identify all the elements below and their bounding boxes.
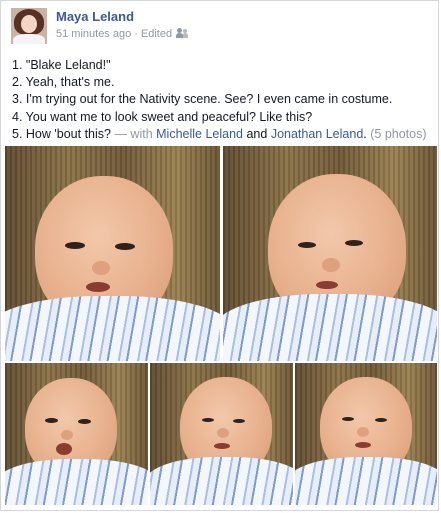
baby-eye-right xyxy=(233,419,245,423)
post-text: 1. "Blake Leland!" 2. Yeah, that's me. 3… xyxy=(12,57,432,143)
baby-eye-left xyxy=(45,418,58,423)
baby-nose xyxy=(217,428,229,438)
baby-eye-right xyxy=(375,418,387,422)
post-card: Maya Leland 51 minutes ago · Edited 1. "Bl… xyxy=(0,0,439,511)
baby-eye-left xyxy=(202,418,214,422)
baby-eye-right xyxy=(78,419,91,424)
baby-nose xyxy=(357,427,369,437)
photo-count-link[interactable]: (5 photos) xyxy=(370,127,426,141)
tag-jonathan-leland[interactable]: Jonathan Leland xyxy=(271,127,363,141)
photo-1[interactable] xyxy=(5,146,220,361)
tag-michelle-leland[interactable]: Michelle Leland xyxy=(156,127,243,141)
post-timestamp[interactable]: 51 minutes ago xyxy=(56,28,131,40)
photo-5[interactable] xyxy=(295,363,437,505)
avatar-shirt xyxy=(13,34,45,44)
author-avatar[interactable] xyxy=(11,8,47,44)
photo-2[interactable] xyxy=(223,146,437,361)
photo-3[interactable] xyxy=(5,363,148,505)
baby-mouth xyxy=(214,443,230,449)
line-5-text: 5. How 'bout this? xyxy=(12,126,111,141)
avatar-face xyxy=(21,15,37,33)
swaddle-blanket xyxy=(295,457,437,505)
post-line-2: 2. Yeah, that's me. xyxy=(12,75,115,90)
baby-nose xyxy=(61,430,73,440)
swaddle-blanket xyxy=(223,294,437,361)
post-meta: 51 minutes ago · Edited xyxy=(56,28,189,40)
and-label: and xyxy=(246,126,268,141)
baby-mouth xyxy=(355,442,371,448)
post-line-3: 3. I'm trying out for the Nativity scene… xyxy=(12,92,393,107)
swaddle-blanket xyxy=(150,457,293,505)
author-name[interactable]: Maya Leland xyxy=(56,9,134,24)
baby-eye-left xyxy=(65,242,85,249)
edited-label[interactable]: Edited xyxy=(141,28,172,40)
swaddle-blanket xyxy=(5,459,148,505)
with-label: — with xyxy=(114,126,153,141)
baby-mouth xyxy=(86,282,110,292)
baby-eye-right xyxy=(115,243,135,250)
photo-4[interactable] xyxy=(150,363,293,505)
baby-eye-left xyxy=(342,417,354,421)
baby-nose xyxy=(92,261,110,275)
swaddle-blanket xyxy=(5,296,220,361)
post-line-4: 4. You want me to look sweet and peacefu… xyxy=(12,109,313,124)
baby-eye-right xyxy=(345,240,363,246)
post-line-1: 1. "Blake Leland!" xyxy=(12,58,111,72)
baby-eye-left xyxy=(298,242,316,248)
baby-nose xyxy=(322,258,340,272)
meta-separator: · xyxy=(134,28,138,40)
baby-mouth xyxy=(56,443,72,455)
post-line-5: 5. How 'bout this? — with Michelle Lelan… xyxy=(12,126,432,143)
period: . xyxy=(363,126,367,141)
baby-mouth xyxy=(316,281,338,289)
friends-icon[interactable] xyxy=(176,28,189,38)
